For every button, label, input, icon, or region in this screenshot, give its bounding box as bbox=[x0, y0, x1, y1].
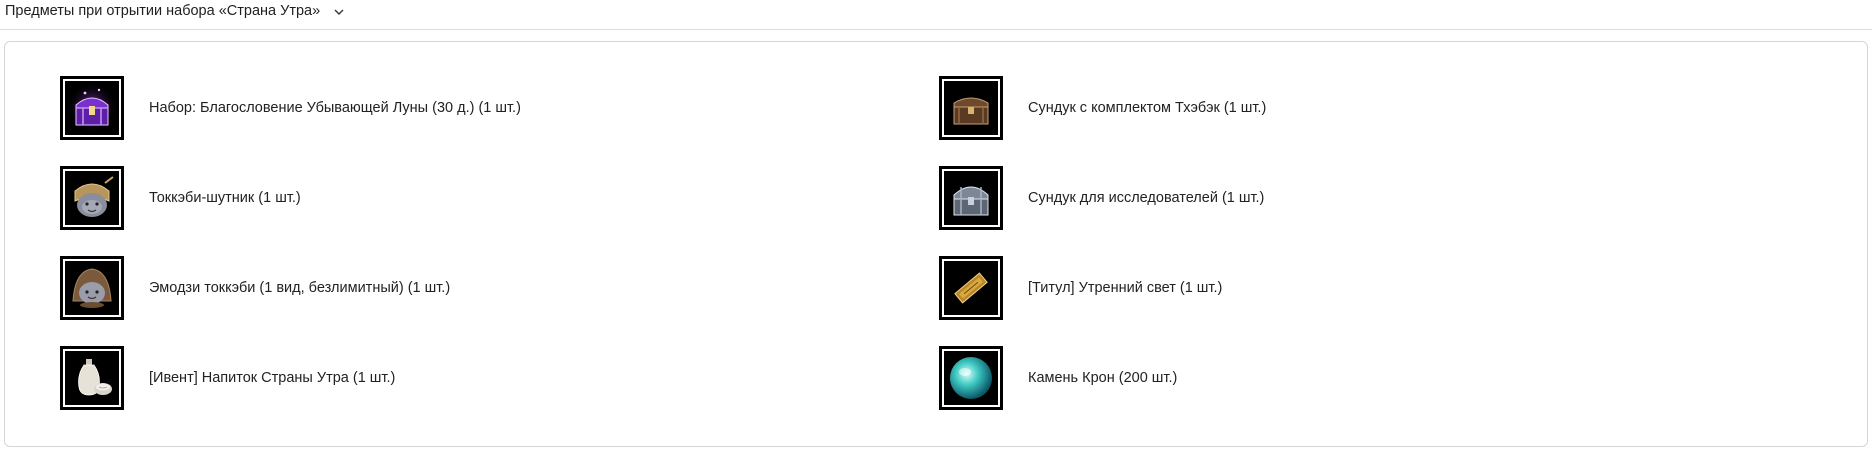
item-label: Камень Крон (200 шт.) bbox=[1028, 370, 1178, 386]
list-item[interactable]: Токкэби-шутник (1 шт.) bbox=[60, 166, 301, 230]
item-label: Токкэби-шутник (1 шт.) bbox=[149, 190, 301, 206]
item-icon-frame bbox=[60, 166, 124, 230]
set-contents-dropdown-header[interactable]: Предметы при отрытии набора «Страна Утра… bbox=[0, 0, 1872, 30]
list-item[interactable]: Эмодзи токкэби (1 вид, безлимитный) (1 ш… bbox=[60, 256, 450, 320]
item-label: [Ивент] Напиток Страны Утра (1 шт.) bbox=[149, 370, 396, 386]
item-icon-frame bbox=[60, 256, 124, 320]
list-item[interactable]: Сундук для исследователей (1 шт.) bbox=[939, 166, 1264, 230]
wooden-chest-icon bbox=[942, 79, 1000, 137]
list-item[interactable]: Набор: Благословение Убывающей Луны (30 … bbox=[60, 76, 521, 140]
tokkaebi-emoji-icon bbox=[63, 259, 121, 317]
item-icon-frame bbox=[939, 166, 1003, 230]
page: Предметы при отрытии набора «Страна Утра… bbox=[0, 0, 1872, 449]
items-panel: Набор: Благословение Убывающей Луны (30 … bbox=[4, 41, 1868, 447]
item-label: [Титул] Утренний свет (1 шт.) bbox=[1028, 280, 1223, 296]
title-scroll-icon bbox=[942, 259, 1000, 317]
item-icon-frame bbox=[939, 76, 1003, 140]
item-icon-frame bbox=[60, 76, 124, 140]
explorer-chest-icon bbox=[942, 169, 1000, 227]
tokkaebi-prankster-icon bbox=[63, 169, 121, 227]
item-icon-frame bbox=[939, 346, 1003, 410]
cron-stone-icon bbox=[942, 349, 1000, 407]
item-label: Эмодзи токкэби (1 вид, безлимитный) (1 ш… bbox=[149, 280, 451, 296]
purple-chest-icon bbox=[63, 79, 121, 137]
list-item[interactable]: [Титул] Утренний свет (1 шт.) bbox=[939, 256, 1222, 320]
item-label: Набор: Благословение Убывающей Луны (30 … bbox=[149, 100, 521, 116]
item-icon-frame bbox=[939, 256, 1003, 320]
drink-bottle-icon bbox=[63, 349, 121, 407]
list-item[interactable]: [Ивент] Напиток Страны Утра (1 шт.) bbox=[60, 346, 395, 410]
item-label: Сундук для исследователей (1 шт.) bbox=[1028, 190, 1265, 206]
list-item[interactable]: Сундук с комплектом Тхэбэк (1 шт.) bbox=[939, 76, 1266, 140]
chevron-down-icon[interactable] bbox=[332, 5, 346, 19]
item-label: Сундук с комплектом Тхэбэк (1 шт.) bbox=[1028, 100, 1267, 116]
list-item[interactable]: Камень Крон (200 шт.) bbox=[939, 346, 1177, 410]
section-title: Предметы при отрытии набора «Страна Утра… bbox=[5, 3, 321, 20]
item-icon-frame bbox=[60, 346, 124, 410]
